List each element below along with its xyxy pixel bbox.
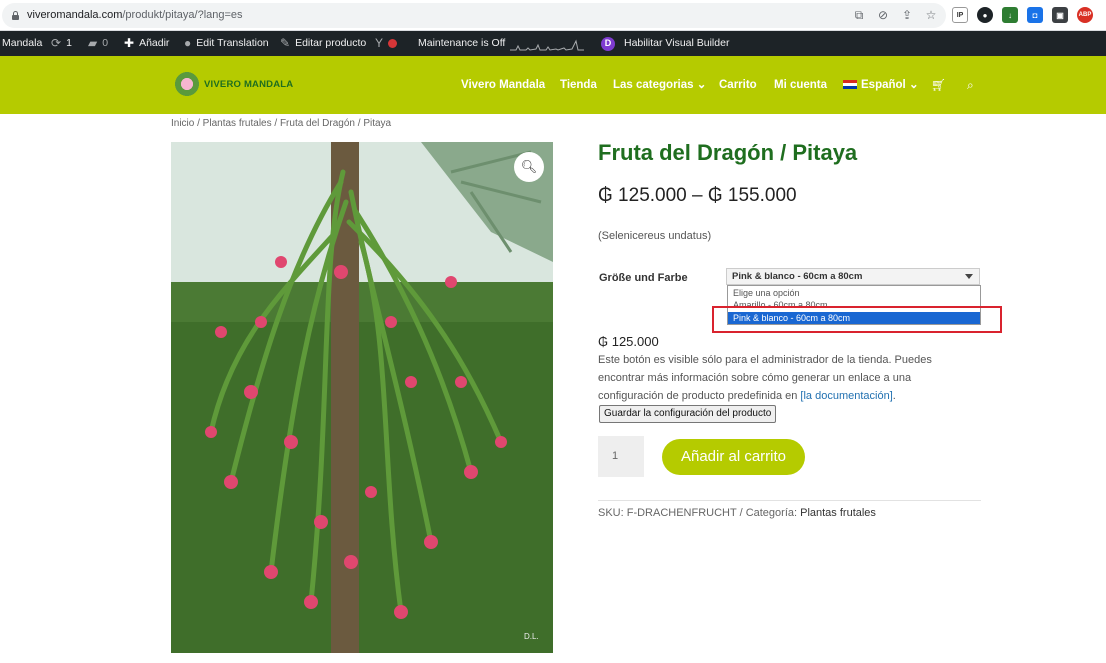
site-header: VIVERO MANDALA Vivero Mandala Tienda Las… (0, 56, 1106, 114)
image-credit: D.L. (524, 632, 539, 641)
nav-tienda[interactable]: Tienda (560, 77, 597, 93)
translate-bubble-icon: ● (184, 36, 192, 50)
mandala-logo-icon (173, 70, 201, 98)
admin-edit-translation-link[interactable]: ● Edit Translation (184, 31, 269, 56)
nav-carrito[interactable]: Carrito (719, 77, 757, 93)
admin-maintenance-link[interactable]: Maintenance is Off (418, 31, 505, 56)
zoom-button[interactable]: 🔍︎ (514, 152, 544, 182)
search-icon[interactable]: ⌕ (967, 78, 974, 93)
nav-vivero-mandala[interactable]: Vivero Mandala (461, 77, 545, 93)
bookmark-star-icon[interactable]: ☆ (924, 8, 938, 22)
admin-yoast-link[interactable]: Y (375, 31, 398, 56)
product-image[interactable] (171, 142, 553, 653)
dropdown-arrow-icon (965, 274, 973, 279)
download-extension-icon[interactable]: ↓ (1002, 7, 1018, 23)
nav-categorias[interactable]: Las categorias ⌄ (613, 77, 706, 93)
admin-site-link[interactable]: Mandala (2, 31, 42, 56)
site-logo[interactable]: VIVERO MANDALA (173, 70, 293, 98)
url-text[interactable]: viveromandala.com/produkt/pitaya/?lang=e… (27, 8, 243, 22)
variation-select[interactable]: Pink & blanco - 60cm a 80cm (726, 268, 980, 285)
adblock-extension-icon[interactable]: ABP (1077, 7, 1093, 23)
puzzle-extension-icon[interactable]: ▣ (1052, 7, 1068, 23)
breadcrumb: Inicio / Plantas frutales / Fruta del Dr… (171, 118, 392, 129)
save-config-button[interactable]: Guardar la configuración del producto (599, 405, 777, 423)
nav-mi-cuenta[interactable]: Mi cuenta (774, 77, 827, 93)
comment-icon: ▰ (88, 36, 98, 50)
ip-extension-icon[interactable]: IP (952, 7, 968, 23)
traffic-sparkline[interactable] (510, 37, 584, 51)
quantity-input[interactable]: 1 (598, 436, 644, 477)
eye-off-icon[interactable]: ⊘ (876, 8, 890, 22)
pencil-icon: ✎ (280, 36, 291, 50)
documentation-link[interactable]: [la documentación] (800, 390, 892, 402)
admin-note: Este botón es visible sólo para el admin… (598, 354, 932, 402)
flag-extension-icon[interactable]: ✚ (1102, 7, 1106, 23)
add-to-cart-button[interactable]: Añadir al carrito (662, 439, 805, 475)
status-dot-icon (388, 39, 398, 48)
cart-icon[interactable]: 🛒︎ (931, 78, 946, 92)
wp-admin-bar: Mandala ⟳ 1 ▰ 0 ✚ Añadir ● Edit Translation … (0, 31, 1106, 56)
product-meta: SKU: F-DRACHENFRUCHT / Categoría: Planta… (598, 507, 876, 519)
magnifier-icon: 🔍︎ (520, 159, 538, 174)
chevron-down-icon: ⌄ (696, 79, 707, 91)
chevron-down-icon: ⌄ (908, 79, 919, 91)
category-link[interactable]: Plantas frutales (800, 507, 876, 519)
blue-extension-icon[interactable]: ◘ (1027, 7, 1043, 23)
price-range: ₲ 125.000 – ₲ 155.000 (598, 185, 797, 206)
paraguay-flag-icon (843, 80, 857, 89)
variation-price: ₲ 125.000 (598, 334, 659, 349)
share-icon[interactable]: ⇪ (900, 8, 914, 22)
yoast-icon: Y (375, 36, 384, 50)
product-title: Fruta del Dragón / Pitaya (598, 140, 858, 165)
admin-comments-link[interactable]: ▰ 0 (88, 31, 108, 56)
admin-edit-product-link[interactable]: ✎ Editar producto (280, 31, 366, 56)
refresh-icon: ⟳ (51, 36, 62, 50)
lock-icon[interactable] (12, 11, 19, 20)
highlight-box (712, 306, 1002, 333)
admin-visual-builder-link[interactable]: D Habilitar Visual Builder (601, 31, 729, 56)
scientific-name: (Selenicereus undatus) (598, 230, 712, 242)
plus-icon: ✚ (124, 36, 135, 50)
dark-extension-icon[interactable]: ● (977, 7, 993, 23)
divider (598, 500, 981, 501)
translate-icon[interactable]: ⧉ (852, 8, 866, 22)
admin-add-new-link[interactable]: ✚ Añadir (124, 31, 169, 56)
dragon-fruit-photo (171, 142, 553, 653)
divi-icon: D (601, 36, 615, 51)
admin-updates-link[interactable]: ⟳ 1 (51, 31, 72, 56)
address-bar[interactable]: viveromandala.com/produkt/pitaya/?lang=e… (2, 3, 946, 28)
option-placeholder[interactable]: Elige una opción (728, 287, 980, 299)
browser-toolbar: viveromandala.com/produkt/pitaya/?lang=e… (0, 0, 1106, 31)
nav-language[interactable]: Español ⌄ (843, 77, 919, 93)
variation-label: Größe und Farbe (599, 272, 688, 284)
